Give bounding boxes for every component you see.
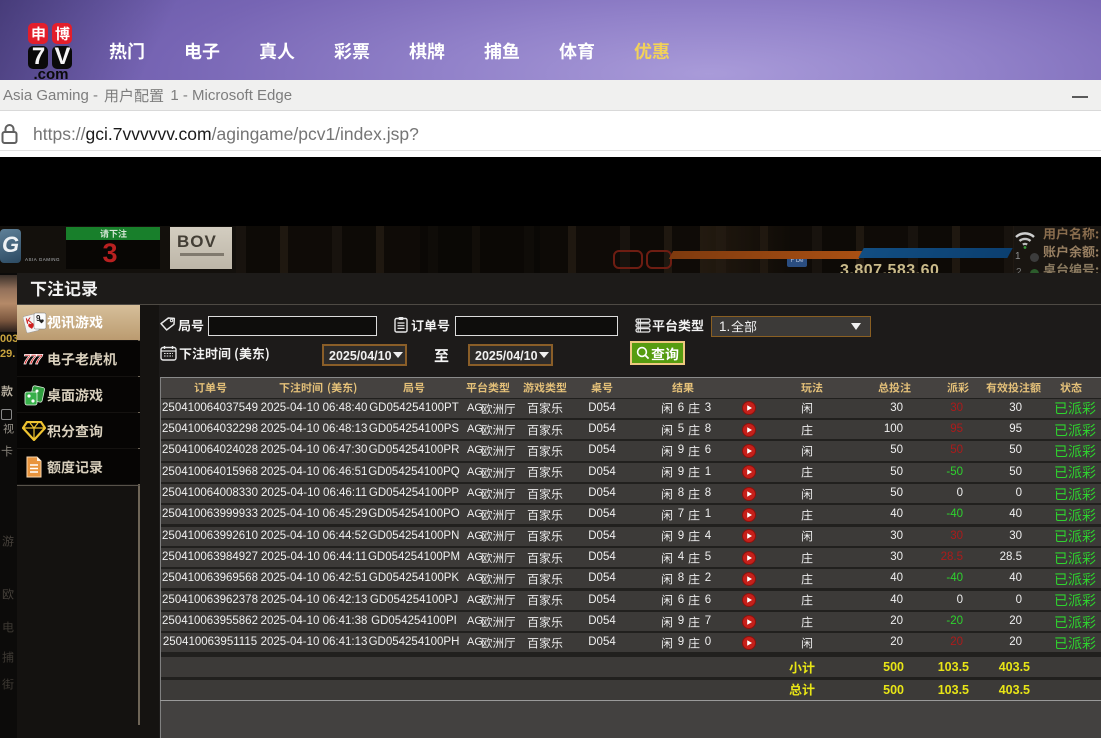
svg-text:777: 777: [22, 351, 44, 367]
